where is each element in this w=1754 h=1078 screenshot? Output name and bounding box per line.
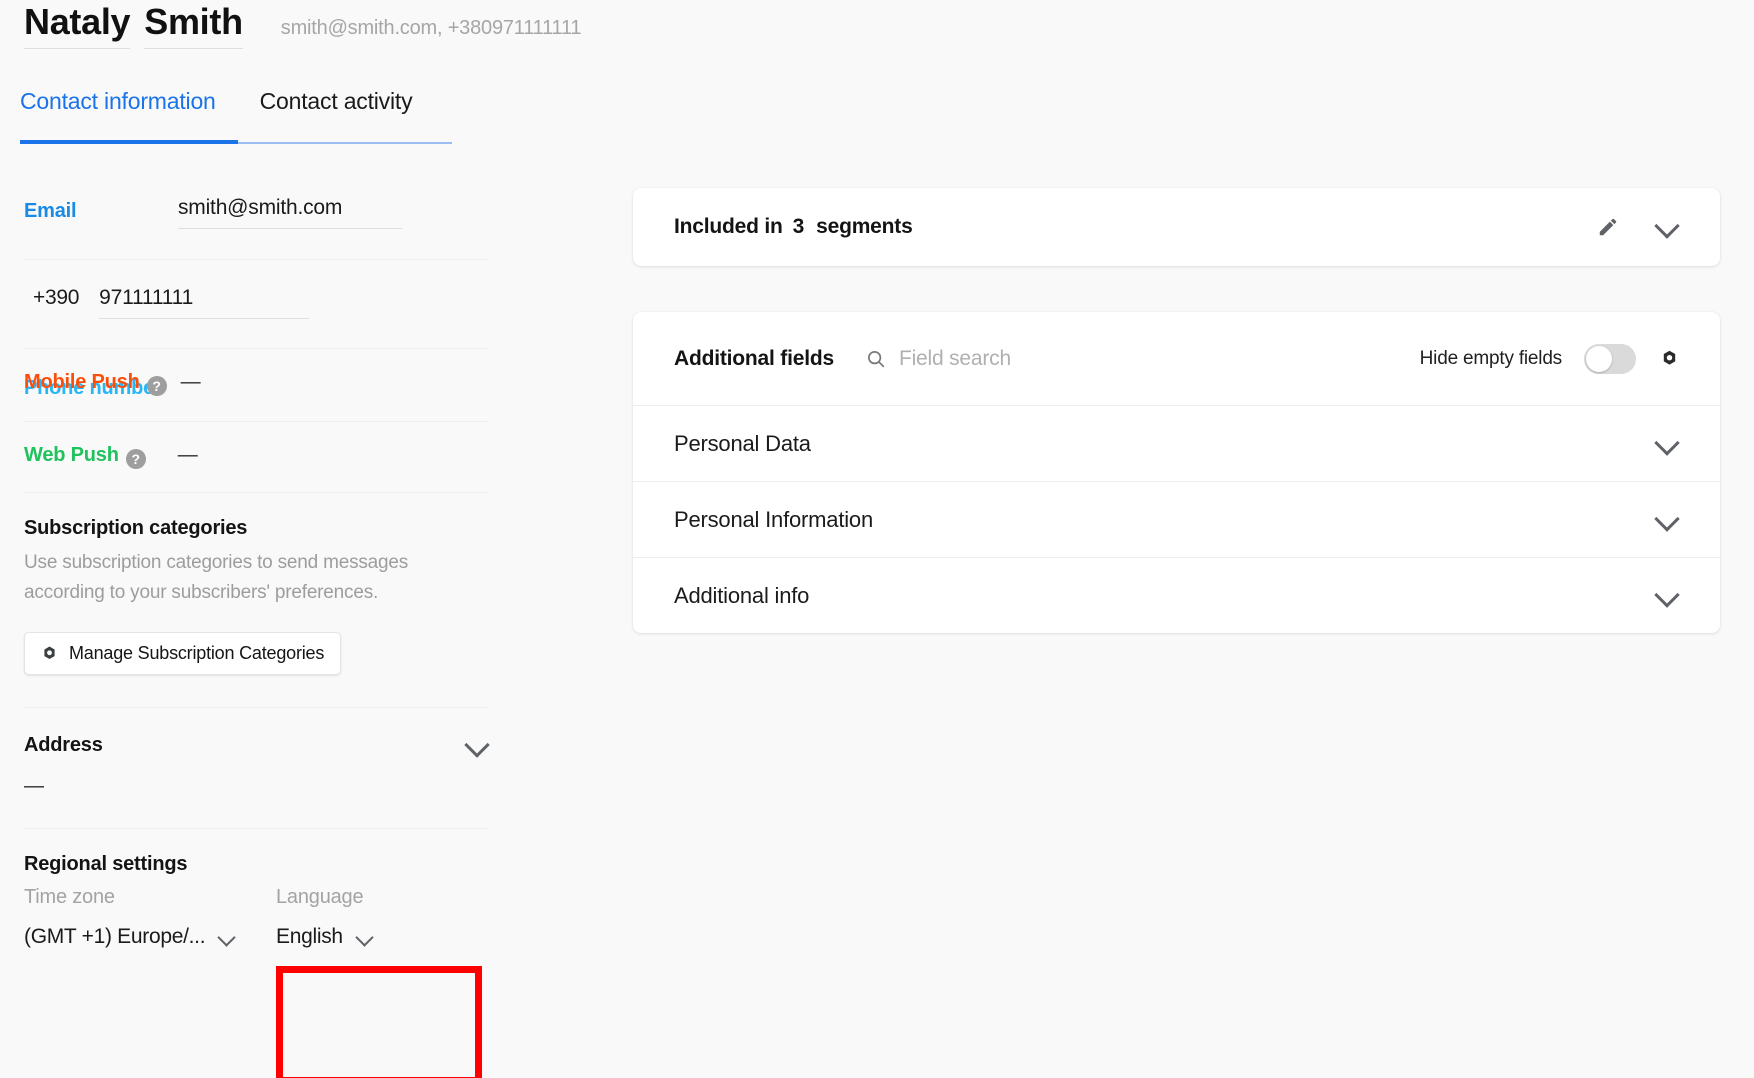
chevron-down-icon[interactable] [357, 930, 372, 945]
accordion-row-personal-information[interactable]: Personal Information [633, 481, 1720, 557]
contact-subtitle: smith@smith.com, +380971111111 [280, 17, 582, 39]
subscription-categories-section: Subscription categories Use subscription… [24, 493, 489, 708]
accordion-label: Personal Data [674, 430, 811, 456]
tab-contact-activity[interactable]: Contact activity [260, 88, 413, 133]
phone-number-input[interactable]: 971111111 [99, 286, 310, 319]
email-row: Email smith@smith.com [24, 172, 489, 260]
additional-fields-title: Additional fields [674, 346, 834, 370]
segments-suffix: segments [816, 215, 913, 238]
additional-fields-card: Additional fields Field search Hide empt… [633, 312, 1720, 633]
toggle-knob [1586, 345, 1612, 372]
subscription-title: Subscription categories [24, 517, 248, 539]
tab-bar: Contact information Contact activity [20, 88, 413, 133]
subscription-description: Use subscription categories to send mess… [24, 552, 409, 603]
language-label: Language [276, 886, 364, 908]
mobile-push-row: Mobile Push ? — [24, 349, 489, 422]
chevron-down-icon[interactable] [1657, 509, 1679, 531]
field-search-input[interactable]: Field search [899, 347, 1011, 371]
segments-prefix: Included in [674, 215, 783, 238]
field-search[interactable]: Field search [865, 347, 1011, 371]
address-title: Address [24, 734, 103, 756]
chevron-down-icon[interactable] [1657, 216, 1679, 238]
chevron-down-icon[interactable] [1657, 433, 1679, 455]
help-icon[interactable]: ? [125, 449, 146, 469]
manage-subscription-label: Manage Subscription Categories [69, 643, 325, 663]
chevron-down-icon[interactable] [219, 930, 234, 945]
tab-contact-information[interactable]: Contact information [20, 88, 216, 133]
search-icon [865, 348, 887, 370]
web-push-label: Web Push [24, 444, 119, 466]
timezone-label: Time zone [24, 886, 115, 908]
regional-settings-section: Regional settings Time zone (GMT +1) Eur… [24, 829, 489, 949]
web-push-row: Web Push ? — [24, 422, 489, 493]
tab-active-indicator [20, 140, 238, 144]
edit-pencil-icon[interactable] [1597, 216, 1619, 238]
last-name-field[interactable]: Smith [144, 2, 243, 49]
manage-subscription-categories-button[interactable]: Manage Subscription Categories [24, 632, 342, 675]
contact-header: Nataly Smith smith@smith.com, +380971111… [24, 2, 582, 49]
hide-empty-fields-label: Hide empty fields [1419, 347, 1563, 369]
accordion-label: Additional info [674, 582, 810, 608]
language-value: English [276, 925, 343, 948]
timezone-select[interactable]: Time zone (GMT +1) Europe/... [24, 886, 276, 949]
email-label: Email [24, 200, 77, 222]
timezone-value: (GMT +1) Europe/... [24, 925, 206, 948]
language-select[interactable]: Language English [276, 886, 372, 949]
address-section: Address — [24, 708, 489, 829]
mobile-push-value: — [180, 371, 201, 393]
contact-detail-page: Nataly Smith smith@smith.com, +380971111… [0, 0, 1754, 1078]
mobile-push-label: Mobile Push [24, 371, 140, 393]
segments-count: 3 [792, 215, 805, 238]
help-icon[interactable]: ? [146, 376, 167, 396]
chevron-down-icon[interactable] [467, 735, 489, 757]
accordion-row-additional-info[interactable]: Additional info [633, 557, 1720, 633]
address-value: — [24, 775, 44, 797]
chevron-down-icon[interactable] [1657, 585, 1679, 607]
segments-card: Included in 3 segments [633, 188, 1720, 266]
accordion-row-personal-data[interactable]: Personal Data [633, 405, 1720, 481]
contact-information-panel: Email smith@smith.com Phone number +390 … [24, 172, 489, 949]
phone-country-code[interactable]: +390 [33, 286, 79, 310]
email-input[interactable]: smith@smith.com [178, 196, 402, 229]
settings-gear-icon[interactable] [1660, 349, 1679, 368]
highlight-annotation-language [276, 966, 482, 1078]
first-name-field[interactable]: Nataly [24, 2, 131, 49]
web-push-value: — [177, 444, 198, 466]
regional-settings-title: Regional settings [24, 853, 188, 875]
accordion-label: Personal Information [674, 506, 873, 532]
right-panel: Included in 3 segments Additional fields [633, 188, 1720, 633]
hide-empty-fields-toggle[interactable] [1584, 343, 1636, 374]
gear-icon [41, 645, 58, 662]
phone-row: Phone number +390 971111111 [24, 260, 489, 399]
